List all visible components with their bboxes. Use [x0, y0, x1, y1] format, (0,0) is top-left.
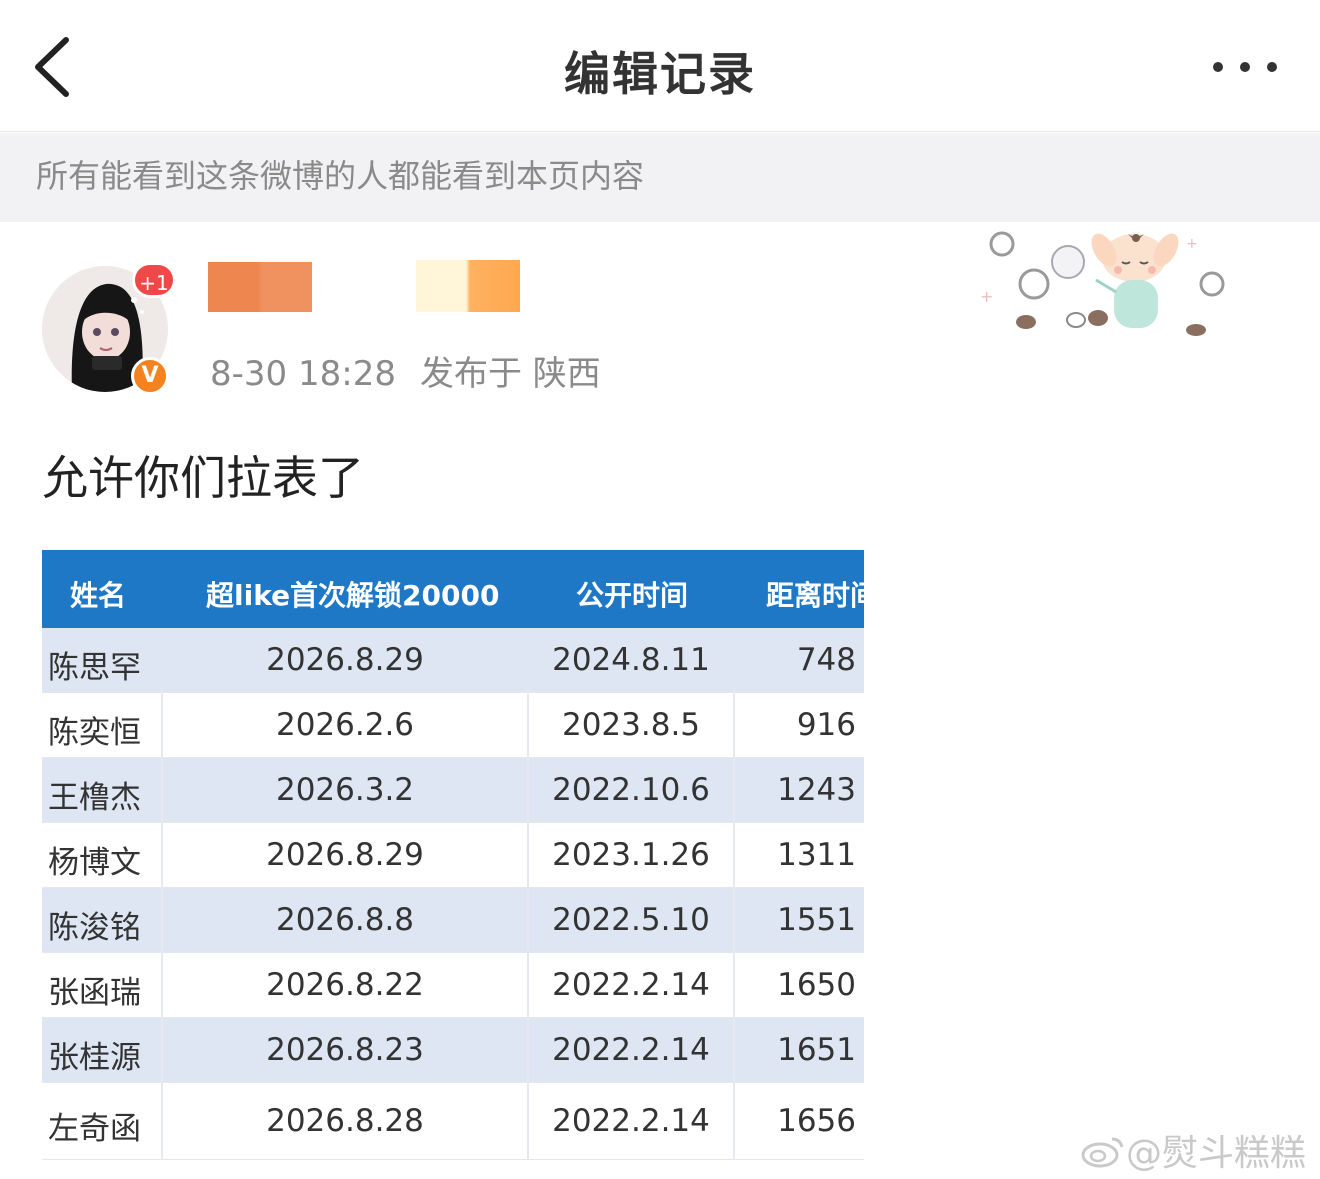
notification-badge: +1: [132, 262, 176, 298]
table-row: 王橹杰 2026.3.2 2022.10.6 1243: [42, 758, 864, 823]
cell-unlock: 2026.8.29: [266, 837, 424, 873]
post-image-table[interactable]: 姓名 超like首次解锁20000 公开时间 距离时间 陈思罕 2026.8.2…: [42, 550, 864, 1160]
cell-name: 陈浚铭: [48, 910, 141, 946]
cell-name: 左奇函: [48, 1111, 141, 1147]
cell-distance: 1656: [777, 1103, 856, 1139]
table-row: 左奇函 2026.8.28 2022.2.14 1656: [42, 1083, 864, 1160]
cell-distance: 748: [796, 642, 856, 678]
cell-public-time: 2022.2.14: [552, 1032, 710, 1068]
cell-unlock: 2026.8.23: [266, 1032, 424, 1068]
post-time: 8-30 18:28: [210, 354, 396, 394]
cell-unlock: 2026.2.6: [275, 707, 415, 743]
table-row: 张函瑞 2026.8.22 2022.2.14 1650: [42, 953, 864, 1018]
cell-name: 张桂源: [48, 1040, 141, 1076]
cell-public-time: 2022.5.10: [552, 902, 710, 938]
watermark-text: @熨斗糕糕: [1125, 1133, 1306, 1174]
header-distance: 距离时间: [766, 579, 864, 612]
cell-unlock: 2026.8.28: [266, 1103, 424, 1139]
cell-unlock: 2026.8.29: [266, 642, 424, 678]
verified-icon: V: [131, 357, 169, 395]
table-row: 陈奕恒 2026.2.6 2023.8.5 916: [42, 693, 864, 758]
bunny-bubbles-icon: + +: [980, 231, 1225, 336]
post-meta: 8-30 18:28 发布于 陕西: [210, 346, 601, 395]
cell-public-time: 2022.10.6: [552, 772, 710, 808]
table-row: 陈思罕 2026.8.29 2024.8.11 748: [42, 628, 864, 693]
cell-name: 杨博文: [48, 845, 141, 881]
cell-unlock: 2026.8.22: [266, 967, 424, 1003]
header-public-time: 公开时间: [576, 579, 689, 612]
post-location: 发布于 陕西: [419, 354, 601, 394]
table-row: 陈浚铭 2026.8.8 2022.5.10 1551: [42, 888, 864, 953]
page-title: 编辑记录: [564, 47, 756, 101]
user-tag-blurred: [416, 260, 520, 312]
header-name: 姓名: [70, 579, 127, 612]
watermark: @熨斗糕糕: [1080, 1124, 1306, 1176]
header-unlock: 超like首次解锁20000: [206, 579, 500, 612]
table-divider: [733, 690, 735, 1160]
table-row: 杨博文 2026.8.29 2023.1.26 1311: [42, 823, 864, 888]
table-divider: [527, 690, 529, 1160]
visibility-notice: 所有能看到这条微博的人都能看到本页内容: [0, 133, 1320, 222]
table-header: 姓名 超like首次解锁20000 公开时间 距离时间: [42, 550, 864, 628]
svg-text:+: +: [1186, 236, 1198, 252]
post-text: 允许你们拉表了: [42, 451, 364, 505]
cell-public-time: 2022.2.14: [552, 1103, 710, 1139]
cell-name: 陈思罕: [48, 650, 141, 686]
more-dots-icon: [1213, 62, 1277, 72]
cell-distance: 916: [796, 707, 856, 743]
more-button[interactable]: [1210, 56, 1280, 78]
cell-name: 王橹杰: [48, 780, 141, 816]
table-row: 张桂源 2026.8.23 2022.2.14 1651: [42, 1018, 864, 1083]
cell-unlock: 2026.3.2: [275, 772, 415, 808]
cell-distance: 1551: [777, 902, 856, 938]
username-blurred[interactable]: [208, 262, 312, 312]
table-divider: [161, 690, 163, 1160]
cell-distance: 1651: [777, 1032, 856, 1068]
decoration-sticker: + +: [968, 222, 1232, 352]
cell-public-time: 2022.2.14: [552, 967, 710, 1003]
cell-public-time: 2023.1.26: [552, 837, 710, 873]
cell-distance: 1650: [777, 967, 856, 1003]
cell-unlock: 2026.8.8: [275, 902, 415, 938]
cell-distance: 1243: [777, 772, 856, 808]
weibo-logo-icon: [1081, 1137, 1124, 1168]
cell-name: 张函瑞: [48, 975, 141, 1011]
svg-text:+: +: [980, 287, 993, 306]
top-bar: 编辑记录: [0, 0, 1320, 132]
cell-distance: 1311: [777, 837, 856, 873]
cell-public-time: 2024.8.11: [552, 642, 710, 678]
notice-text: 所有能看到这条微博的人都能看到本页内容: [36, 157, 645, 195]
cell-public-time: 2023.8.5: [561, 707, 701, 743]
cell-name: 陈奕恒: [48, 715, 141, 751]
